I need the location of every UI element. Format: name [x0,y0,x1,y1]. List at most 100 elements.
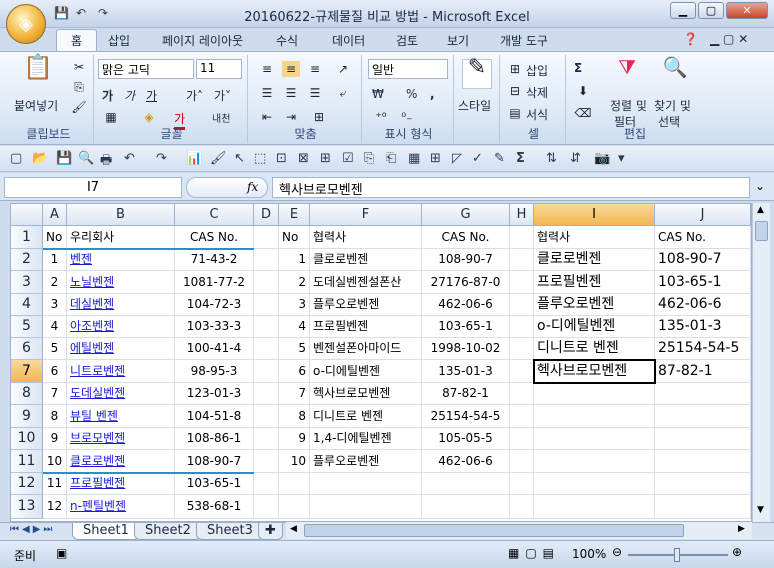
expand-formula-icon[interactable]: ⌄ [755,179,765,193]
grid-cell[interactable] [534,428,655,450]
table-cell[interactable]: 6 [43,360,67,383]
zoom-level[interactable]: 100% [572,547,606,561]
grid-cell[interactable] [254,405,279,428]
save-icon[interactable]: 💾 [56,151,72,166]
table-cell[interactable]: 462-06-6 [655,294,751,316]
sort-asc-icon[interactable]: ⇅ [546,151,557,166]
clear-icon[interactable]: ⌫ [574,105,592,121]
grid-cell[interactable] [254,428,279,450]
grid-cell[interactable] [422,495,510,519]
align-center-icon[interactable]: ☰ [282,85,300,101]
underline-button[interactable]: 가 [146,87,157,104]
grid-cell[interactable] [510,316,534,338]
new-icon[interactable]: ▢ [10,151,22,166]
find-select-icon[interactable]: 🔍 [662,57,688,85]
table-cell[interactable]: 6 [279,360,310,383]
table-cell-link[interactable]: 에틸벤젠 [67,338,175,360]
table-header[interactable]: 협력사 [310,226,422,249]
grid-cell[interactable] [534,450,655,473]
row-header[interactable]: 1 [11,226,43,249]
table-cell[interactable]: 헥사브로모벤젠 [310,383,422,405]
ribbon-minimize-icon[interactable]: ▁ ▢ ✕ [710,32,748,46]
table-cell[interactable]: 7 [43,383,67,405]
percent-button[interactable]: % [406,87,417,101]
paint-icon[interactable]: 🖌 [210,151,227,166]
row-header[interactable]: 11 [11,450,43,473]
delete-cells-button[interactable]: 삭제 [526,84,548,101]
grid-cell[interactable] [655,405,751,428]
sort-desc-icon[interactable]: ⇵ [570,151,581,166]
undo-icon[interactable]: ↶ [76,6,92,22]
grid-cell[interactable] [254,226,279,249]
table-cell[interactable]: 5 [279,338,310,360]
table-header[interactable]: 우리회사 [67,226,175,249]
grid-cell[interactable] [510,383,534,405]
table-cell[interactable]: 플루오로벤젠 [310,450,422,473]
table-cell[interactable]: 103-33-3 [175,316,254,338]
paste-icon[interactable]: 📋 [22,55,54,89]
merge-cells-icon[interactable]: ⊞ [320,151,331,166]
format-cells-button[interactable]: 서식 [526,106,548,123]
insert-function-icon[interactable]: fx [247,180,258,194]
sort-filter-icon[interactable]: ⧩ [614,57,640,85]
orientation-icon[interactable]: ↗ [334,61,352,77]
grid-cell[interactable] [510,226,534,249]
copy-icon[interactable]: ⎘ [364,151,374,166]
grid-cell[interactable] [510,271,534,294]
copy-icon[interactable]: ⎘ [70,79,88,95]
find-select-button[interactable]: 찾기 및 [654,97,691,114]
table-cell[interactable]: 7 [279,383,310,405]
name-box[interactable]: I7 [4,177,182,198]
table-cell[interactable]: 8 [279,405,310,428]
grid-cell[interactable] [510,473,534,495]
decrease-indent-icon[interactable]: ⇤ [258,109,276,125]
table-cell[interactable]: 103-65-1 [422,316,510,338]
phonetic-button[interactable]: 내천 [212,110,230,125]
table-cell[interactable]: 108-90-7 [422,249,510,271]
table-header[interactable]: CAS No. [175,226,254,249]
table-cell-link[interactable]: 니트로벤젠 [67,360,175,383]
grid-cell[interactable] [534,473,655,495]
grid-cell[interactable] [655,428,751,450]
table-cell[interactable]: 71-43-2 [175,249,254,271]
style-icon[interactable]: ✎ [462,57,492,89]
grid-cell[interactable] [254,450,279,473]
table-cell-link[interactable]: 클로로벤젠 [67,450,175,473]
table-cell-link[interactable]: 아조벤젠 [67,316,175,338]
align-top-icon[interactable]: ≡ [258,61,276,77]
customize-qat-icon[interactable]: ▾ [618,151,625,166]
column-header[interactable]: F [310,204,422,226]
column-header[interactable]: J [655,204,751,226]
column-header[interactable]: C [175,204,254,226]
all-borders-icon[interactable]: ⊞ [430,151,441,166]
table-cell[interactable]: 플루오로벤젠 [534,294,655,316]
currency-button[interactable]: ₩ [372,87,384,101]
grid-cell[interactable] [510,360,534,383]
style-button[interactable]: 스타일 [458,97,491,114]
row-header[interactable]: 5 [11,316,43,338]
print-icon[interactable]: 🖶 [100,151,112,173]
increase-indent-icon[interactable]: ⇥ [282,109,300,125]
table-cell[interactable]: 9 [279,428,310,450]
grid-cell[interactable] [254,495,279,519]
grid-cell[interactable] [254,294,279,316]
table-cell[interactable]: 5 [43,338,67,360]
camera-icon[interactable]: 📷 [594,151,610,166]
row-header[interactable]: 9 [11,405,43,428]
table-cell[interactable]: 135-01-3 [422,360,510,383]
horizontal-scroll-thumb[interactable] [304,524,684,537]
format-cells-icon[interactable]: ▤ [506,105,524,121]
zoom-in-icon[interactable]: ⊕ [732,545,742,559]
zoom-slider-thumb[interactable] [674,548,680,562]
table-cell[interactable]: 1,4-디에틸벤젠 [310,428,422,450]
column-header[interactable]: I [534,204,655,226]
zoom-out-icon[interactable]: ⊖ [612,545,622,559]
grid-cell[interactable] [254,383,279,405]
paste-button[interactable]: 붙여넣기 [14,97,58,114]
table-cell[interactable]: 클로로벤젠 [310,249,422,271]
fill-icon[interactable]: ⬇ [574,83,592,99]
table-cell[interactable]: 4 [43,316,67,338]
tab-formulas[interactable]: 수식 [276,32,298,49]
font-size-select[interactable]: 11 [196,59,242,79]
column-header[interactable]: B [67,204,175,226]
